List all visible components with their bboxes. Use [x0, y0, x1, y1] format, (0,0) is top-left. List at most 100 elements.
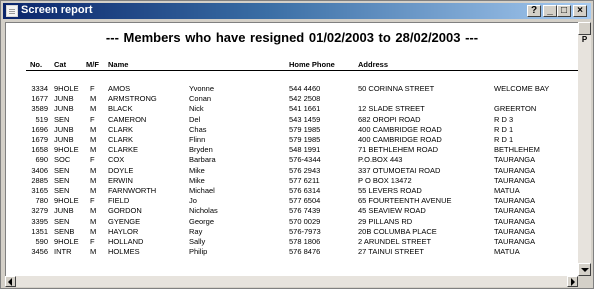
cell-first-name: Bryden [189, 145, 213, 155]
column-header-mf: M/F [86, 60, 99, 69]
cell-city: R D 3 [494, 114, 514, 124]
cell-cat: 9HOLE [54, 145, 79, 155]
cell-mf: F [90, 237, 95, 246]
cell-first-name: Nick [189, 104, 204, 114]
table-row: 1351 SENB M HAYLOR Ray 576-7973 20B COLUMBA PL… [6, 227, 578, 237]
cell-phone: 576-7973 [289, 226, 321, 236]
cell-cat: 9HOLE [54, 237, 79, 246]
cell-phone: 577 6504 [289, 196, 321, 206]
table-row: 1677 JUNB M ARMSTRONG Conan 542 2508 [6, 94, 578, 104]
cell-mf: M [90, 104, 97, 114]
horizontal-scrollbar[interactable] [5, 276, 578, 287]
cell-surname: FARNWORTH [108, 186, 157, 195]
cell-surname: ERWIN [108, 175, 133, 185]
table-row: 3279 JUNB M GORDON Nicholas 576 7439 45 SEAVIE… [6, 206, 578, 216]
cell-address: 50 CORINNA STREET [358, 84, 435, 93]
cell-first-name: Ray [189, 226, 203, 236]
cell-no: 1658 [31, 145, 48, 155]
header-rule [26, 70, 578, 71]
cell-surname: GYENGE [108, 216, 141, 226]
cell-surname: AMOS [108, 84, 131, 93]
cell-surname: BLACK [108, 104, 133, 114]
cell-city: TAURANGA [494, 196, 536, 206]
cell-cat: 9HOLE [54, 196, 79, 206]
cell-phone: 579 1985 [289, 124, 321, 134]
cell-no: 2885 [31, 175, 48, 185]
cell-address: 27 TAINUI STREET [358, 247, 424, 257]
cell-cat: 9HOLE [54, 84, 79, 93]
column-header-no: No. [30, 60, 43, 69]
cell-first-name: Jo [189, 196, 197, 206]
arrow-right-icon [571, 278, 575, 286]
cell-mf: M [90, 216, 97, 226]
table-row: 690 SOC F COX Barbara 576-4344 P.O.BOX 443 TAUR… [6, 155, 578, 165]
cell-city: TAURANGA [494, 155, 536, 165]
maximize-button[interactable]: □ [557, 5, 571, 17]
cell-address: 400 CAMBRIDGE ROAD [358, 124, 442, 134]
cell-cat: SOC [54, 155, 71, 165]
cell-mf: F [90, 84, 95, 93]
vertical-scrollbar[interactable]: P [578, 22, 591, 276]
table-row: 3395 SEN M GYENGE George 570 0029 29 PILLANS R… [6, 217, 578, 227]
cell-no: 3406 [31, 165, 48, 175]
cell-surname: CLARKE [108, 145, 139, 155]
cell-first-name: Flinn [189, 135, 206, 144]
cell-no: 1677 [31, 94, 48, 104]
cell-surname: GORDON [108, 206, 142, 216]
cell-cat: SEN [54, 114, 70, 124]
cell-mf: M [90, 175, 97, 185]
cell-mf: F [90, 114, 95, 124]
help-button[interactable]: ? [527, 5, 541, 17]
table-row: 3456 INTR M HOLMES Philip 576 8476 27 TAINUI S… [6, 247, 578, 257]
arrow-down-icon [581, 268, 589, 272]
cell-mf: M [90, 186, 97, 195]
cell-cat: JUNB [54, 104, 74, 114]
cell-first-name: Sally [189, 237, 206, 246]
cell-cat: JUNB [54, 135, 74, 144]
cell-first-name: Nicholas [189, 206, 218, 216]
cell-cat: SEN [54, 175, 70, 185]
table-row: 3334 9HOLE F AMOS Yvonne 544 4460 50 CORINNA S… [6, 84, 578, 94]
cell-first-name: Del [189, 114, 201, 124]
cell-phone: 576-4344 [289, 155, 321, 165]
cell-address: 55 LEVERS ROAD [358, 186, 422, 195]
scroll-right-button[interactable] [567, 276, 578, 287]
close-button[interactable]: × [573, 5, 587, 17]
title-bar[interactable]: Screen report ? _ □ × [3, 3, 591, 19]
scroll-up-button[interactable] [578, 22, 591, 35]
cell-phone: 577 6211 [289, 175, 320, 185]
cell-address: 65 FOURTEENTH AVENUE [358, 196, 452, 206]
cell-no: 590 [35, 237, 48, 246]
table-row: 590 9HOLE F HOLLAND Sally 578 1806 2 ARUNDEL S… [6, 237, 578, 247]
cell-surname: HAYLOR [108, 226, 139, 236]
column-header-cat: Cat [54, 60, 67, 69]
cell-no: 519 [35, 114, 48, 124]
cell-city: R D 1 [494, 124, 514, 134]
cell-cat: SENB [54, 226, 75, 236]
cell-mf: F [90, 155, 95, 165]
report-title: --- Members who have resigned 01/02/2003… [105, 30, 479, 45]
cell-no: 3165 [31, 186, 48, 195]
minimize-button[interactable]: _ [543, 5, 557, 17]
cell-mf: M [90, 165, 97, 175]
cell-address: 400 CAMBRIDGE ROAD [358, 135, 442, 144]
cell-no: 3456 [31, 247, 48, 257]
table-row: 1658 9HOLE M CLARKE Bryden 548 1991 71 BETHLEH… [6, 145, 578, 155]
cell-mf: F [90, 196, 95, 206]
cell-city: TAURANGA [494, 237, 536, 246]
cell-phone: 578 1806 [289, 237, 321, 246]
cell-cat: INTR [54, 247, 72, 257]
cell-address: P.O.BOX 443 [358, 155, 403, 165]
cell-first-name: Mike [189, 165, 205, 175]
cell-address: 71 BETHLEHEM ROAD [358, 145, 439, 155]
table-row: 3589 JUNB M BLACK Nick 541 1661 12 SLADE STREE… [6, 104, 578, 114]
cell-phone: 542 2508 [289, 94, 321, 104]
scroll-down-button[interactable] [578, 263, 591, 276]
cell-city: MATUA [494, 247, 520, 257]
cell-surname: CLARK [108, 135, 134, 144]
cell-cat: JUNB [54, 94, 74, 104]
cell-mf: M [90, 206, 97, 216]
cell-cat: JUNB [54, 124, 74, 134]
table-row: 2885 SEN M ERWIN Mike 577 6211 P O BOX 13472 TA… [6, 176, 578, 186]
scroll-left-button[interactable] [5, 276, 16, 287]
